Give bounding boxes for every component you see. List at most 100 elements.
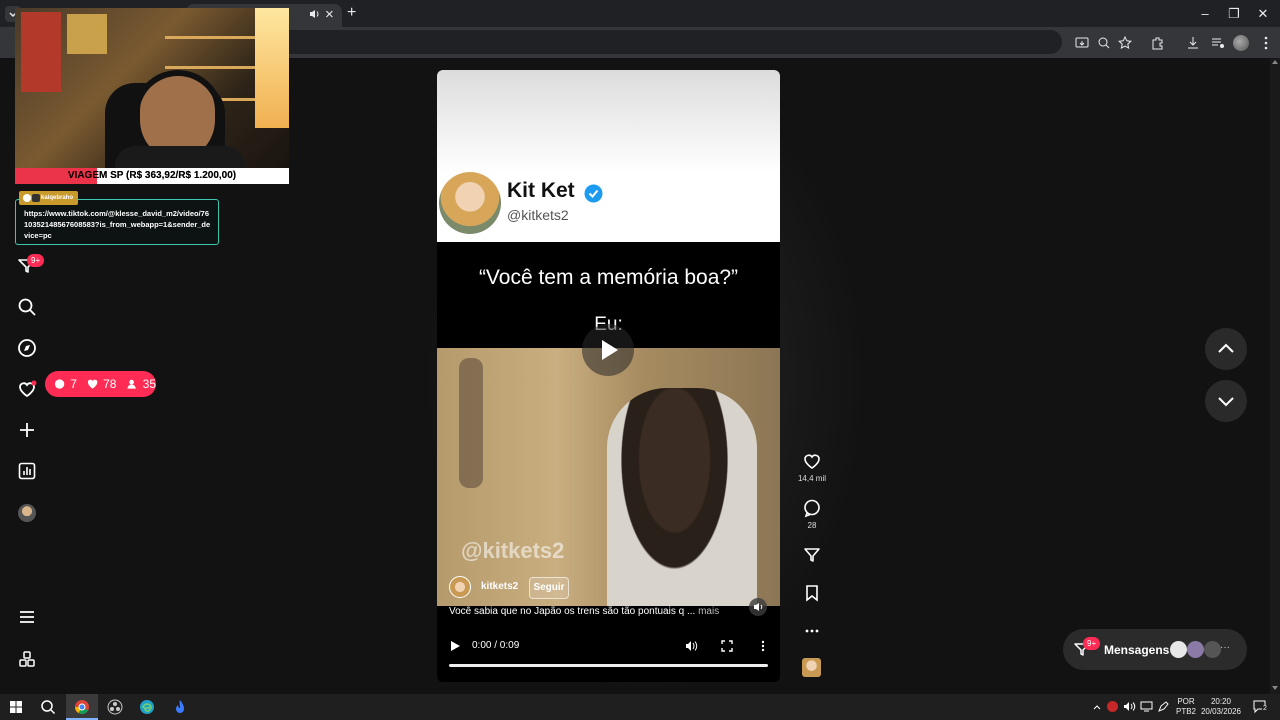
poster bbox=[21, 12, 61, 92]
clock-time: 20:20 bbox=[1210, 697, 1232, 706]
play-overlay-button[interactable] bbox=[582, 324, 634, 376]
previous-video-button[interactable] bbox=[1205, 328, 1247, 370]
video-controls: 0:00 / 0:09 bbox=[437, 630, 780, 682]
fullscreen-icon[interactable] bbox=[721, 640, 733, 652]
taskbar-clock[interactable]: 20:20 20/03/2026 bbox=[1199, 697, 1243, 717]
keyboard-layout: PTB2 bbox=[1175, 707, 1196, 716]
tweet-header: Kit Ket @kitkets2 bbox=[437, 70, 780, 242]
follow-button[interactable]: Seguir bbox=[529, 577, 569, 599]
bookmark-action[interactable] bbox=[796, 583, 828, 606]
menu-dots-icon[interactable] bbox=[1258, 35, 1274, 51]
more-menu-icon[interactable] bbox=[16, 606, 38, 628]
clock-date: 20/03/2026 bbox=[1200, 707, 1242, 716]
chat-link-text[interactable]: https://www.tiktok.com/@klesse_david_m2/… bbox=[24, 208, 212, 241]
windows-start-icon[interactable] bbox=[10, 701, 22, 713]
new-tab-button[interactable]: + bbox=[347, 4, 356, 22]
close-window-button[interactable]: ✕ bbox=[1254, 5, 1272, 23]
video-caption: Você sabia que no Japão os trens são tão… bbox=[449, 606, 719, 617]
windows-taskbar: POR PTB2 20:20 20/03/2026 2 bbox=[0, 694, 1280, 720]
input-language[interactable]: POR PTB2 bbox=[1174, 697, 1198, 717]
activity-heart-icon[interactable] bbox=[16, 378, 38, 400]
comment-icon bbox=[804, 499, 820, 518]
taskbar-chrome-app[interactable] bbox=[66, 694, 98, 720]
next-video-button[interactable] bbox=[1205, 380, 1247, 422]
taskbar-obs-app[interactable] bbox=[107, 699, 123, 715]
chrome-icon bbox=[75, 700, 89, 714]
like-action[interactable]: 14,4 mil bbox=[796, 451, 828, 483]
apps-grid-icon[interactable] bbox=[16, 648, 38, 670]
taskbar-search-icon[interactable] bbox=[40, 699, 56, 715]
restore-button[interactable]: ❐ bbox=[1225, 5, 1243, 23]
comment-action[interactable]: 28 bbox=[796, 498, 828, 530]
analytics-icon[interactable] bbox=[16, 460, 38, 482]
taskbar-edge-app[interactable] bbox=[139, 699, 155, 715]
share-action[interactable] bbox=[796, 545, 828, 568]
chat-link-message: https://www.tiktok.com/@klesse_david_m2/… bbox=[15, 199, 219, 245]
tray-network-icon[interactable] bbox=[1140, 700, 1153, 713]
play-icon[interactable] bbox=[449, 640, 461, 652]
install-app-icon[interactable] bbox=[1074, 35, 1090, 51]
bookmark-star-icon[interactable] bbox=[1117, 35, 1133, 51]
video-frame bbox=[437, 348, 780, 606]
user-icon bbox=[127, 379, 137, 389]
page-scrollbar[interactable] bbox=[1270, 58, 1280, 694]
taskbar-app[interactable] bbox=[172, 699, 188, 715]
tray-speaker-icon[interactable] bbox=[1123, 700, 1136, 713]
tray-antivirus-icon[interactable] bbox=[1107, 701, 1118, 712]
live-stats-pill[interactable]: 7 78 35 bbox=[45, 371, 156, 397]
more-contacts-icon: ··· bbox=[1220, 642, 1230, 653]
caption-more-link[interactable]: mais bbox=[698, 606, 719, 617]
search-icon[interactable] bbox=[16, 296, 38, 318]
speaker-icon[interactable] bbox=[308, 8, 320, 20]
zoom-icon[interactable] bbox=[1096, 35, 1112, 51]
tray-overflow-icon[interactable] bbox=[1092, 702, 1102, 712]
obs-icon bbox=[107, 699, 123, 715]
volume-icon[interactable] bbox=[685, 640, 699, 652]
heart-icon bbox=[87, 379, 98, 389]
tweet-author-handle: @kitkets2 bbox=[507, 207, 569, 223]
explore-compass-icon[interactable] bbox=[16, 337, 38, 359]
tray-pen-icon[interactable] bbox=[1157, 700, 1170, 713]
extensions-icon[interactable] bbox=[1150, 35, 1166, 51]
comment-bubble-icon bbox=[54, 379, 65, 389]
verified-badge-icon bbox=[584, 184, 603, 203]
author-avatar[interactable] bbox=[449, 576, 471, 598]
language-code: POR bbox=[1177, 697, 1195, 706]
mute-button[interactable] bbox=[749, 598, 767, 616]
poster bbox=[67, 14, 107, 54]
stat-viewers: 35 bbox=[142, 377, 157, 391]
video-player[interactable]: Kit Ket @kitkets2 “Você tem a memória bo… bbox=[437, 70, 780, 682]
scroll-up-arrow-icon[interactable] bbox=[1272, 60, 1278, 64]
more-options-icon[interactable] bbox=[757, 640, 769, 652]
scene-person bbox=[607, 388, 757, 606]
video-progress-bar[interactable] bbox=[449, 664, 768, 667]
sound-thumbnail[interactable] bbox=[802, 658, 821, 677]
contact-avatar bbox=[1187, 641, 1204, 658]
tweet-avatar bbox=[439, 172, 501, 234]
contact-avatar bbox=[1204, 641, 1221, 658]
more-action[interactable] bbox=[796, 621, 828, 644]
notification-count: 2 bbox=[1262, 705, 1268, 712]
author-name[interactable]: kitkets2 bbox=[481, 581, 518, 592]
caption-text: Você sabia que no Japão os trens são tão… bbox=[449, 606, 696, 617]
chevron-up-icon bbox=[1218, 343, 1234, 353]
tweet-author-name: Kit Ket bbox=[507, 179, 575, 202]
inbox-badge: 9+ bbox=[27, 254, 45, 267]
chevron-down-icon bbox=[1218, 397, 1234, 407]
scroll-down-arrow-icon[interactable] bbox=[1272, 686, 1278, 690]
media-control-icon[interactable] bbox=[1210, 35, 1226, 51]
upload-plus-icon[interactable] bbox=[16, 419, 38, 441]
webcam-overlay bbox=[15, 8, 289, 168]
messages-button[interactable]: 9+ Mensagens ··· bbox=[1063, 629, 1247, 670]
scene-figure bbox=[459, 358, 483, 488]
heart-outline-icon bbox=[804, 454, 820, 469]
tab-close-button[interactable]: × bbox=[325, 6, 334, 23]
stat-comments: 7 bbox=[70, 377, 77, 391]
minimize-button[interactable]: – bbox=[1196, 5, 1214, 23]
profile-avatar[interactable] bbox=[1233, 35, 1249, 51]
lamp bbox=[255, 8, 289, 128]
download-icon[interactable] bbox=[1185, 35, 1201, 51]
profile-avatar[interactable] bbox=[18, 504, 36, 522]
headphones bbox=[133, 70, 223, 130]
video-quote-text: “Você tem a memória boa?” bbox=[478, 266, 739, 289]
